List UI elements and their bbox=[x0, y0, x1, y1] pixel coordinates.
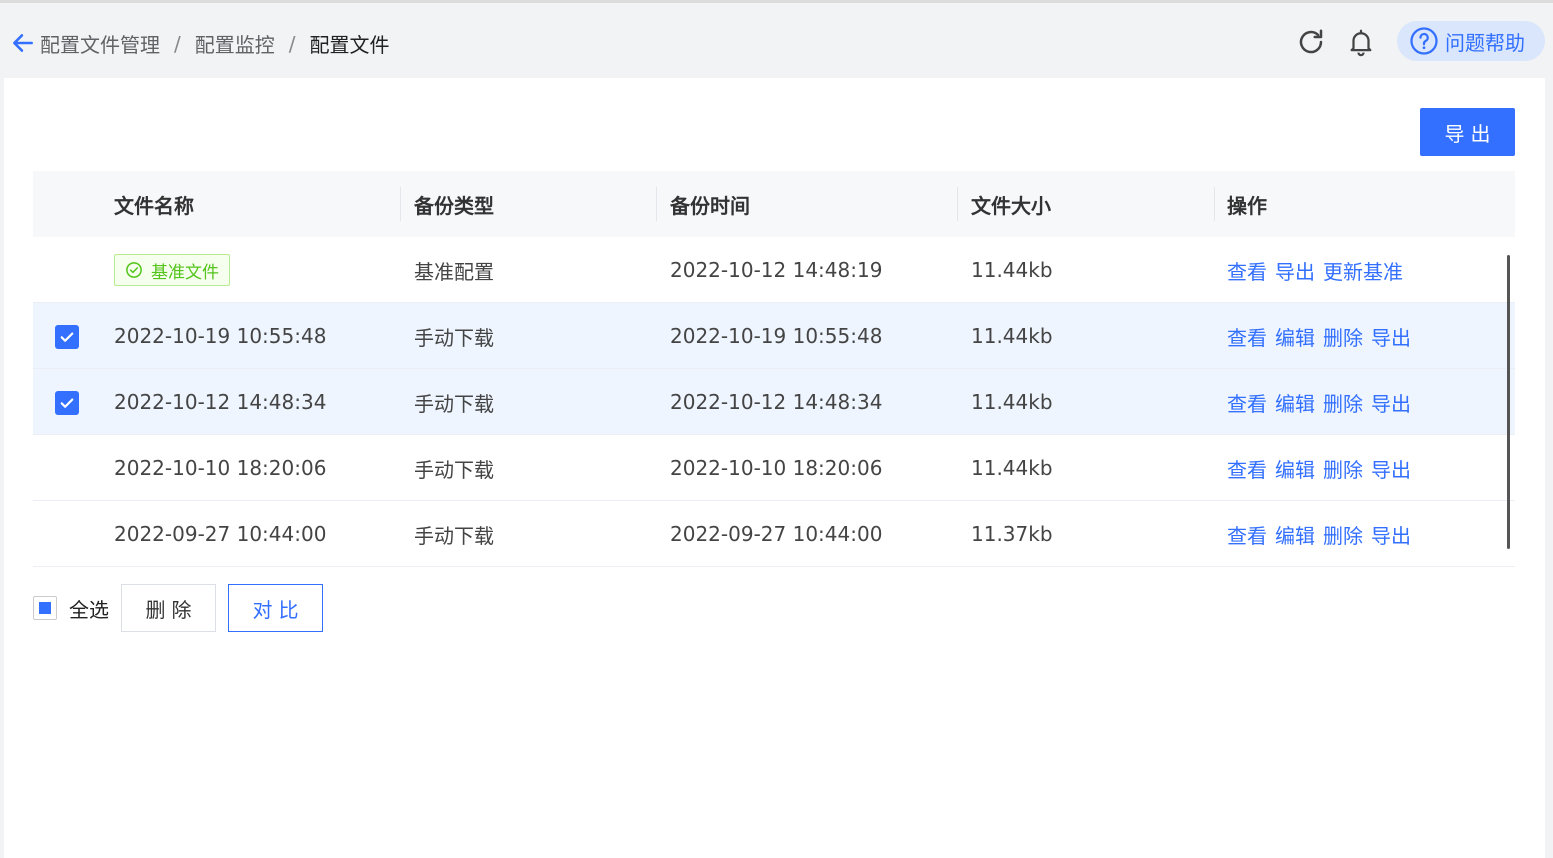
help-label: 问题帮助 bbox=[1445, 30, 1525, 55]
question-circle-icon bbox=[1410, 27, 1438, 55]
row-actions: 查看 编辑 删除 导出 bbox=[1227, 501, 1419, 567]
backup-file-table: 文件名称 备份类型 备份时间 文件大小 操作 基准文件 基准配置 2022-10… bbox=[33, 171, 1515, 567]
breadcrumb-item-config-file-management[interactable]: 配置文件管理 bbox=[40, 29, 160, 58]
breadcrumb-separator: / bbox=[288, 31, 296, 56]
export-link[interactable]: 导出 bbox=[1371, 520, 1411, 549]
content-panel: 导出 文件名称 备份类型 备份时间 文件大小 操作 基准文件 基准配置 2022… bbox=[4, 78, 1545, 858]
file-name: 2022-10-19 10:55:48 bbox=[114, 324, 327, 348]
breadcrumb: 配置文件管理 / 配置监控 / 配置文件 bbox=[40, 29, 390, 58]
file-name: 2022-10-12 14:48:34 bbox=[114, 390, 327, 414]
update-baseline-link[interactable]: 更新基准 bbox=[1323, 256, 1403, 285]
breadcrumb-separator: / bbox=[174, 31, 181, 56]
column-header-file-size: 文件大小 bbox=[971, 193, 1051, 218]
backup-type: 手动下载 bbox=[414, 325, 494, 350]
edit-link[interactable]: 编辑 bbox=[1275, 454, 1315, 483]
row-checkbox[interactable] bbox=[55, 391, 79, 415]
view-link[interactable]: 查看 bbox=[1227, 520, 1267, 549]
backup-type: 基准配置 bbox=[414, 259, 494, 284]
file-size: 11.37kb bbox=[971, 522, 1053, 546]
column-divider bbox=[400, 187, 401, 221]
column-header-backup-time: 备份时间 bbox=[670, 193, 750, 218]
edit-link[interactable]: 编辑 bbox=[1275, 388, 1315, 417]
file-name: 2022-09-27 10:44:00 bbox=[114, 522, 327, 546]
table-row: 2022-10-10 18:20:06 手动下载 2022-10-10 18:2… bbox=[33, 435, 1515, 501]
export-link[interactable]: 导出 bbox=[1371, 322, 1411, 351]
edit-link[interactable]: 编辑 bbox=[1275, 322, 1315, 351]
column-divider bbox=[1214, 187, 1215, 221]
row-actions: 查看 导出 更新基准 bbox=[1227, 237, 1411, 303]
row-actions: 查看 编辑 删除 导出 bbox=[1227, 435, 1419, 501]
backup-type: 手动下载 bbox=[414, 391, 494, 416]
delete-button[interactable]: 删除 bbox=[121, 584, 216, 632]
view-link[interactable]: 查看 bbox=[1227, 454, 1267, 483]
check-icon bbox=[60, 332, 74, 342]
backup-type: 手动下载 bbox=[414, 457, 494, 482]
check-circle-icon bbox=[126, 262, 142, 278]
delete-link[interactable]: 删除 bbox=[1323, 322, 1363, 351]
bell-icon[interactable] bbox=[1346, 27, 1376, 57]
page-header: 配置文件管理 / 配置监控 / 配置文件 问题帮助 bbox=[0, 3, 1553, 78]
baseline-tag: 基准文件 bbox=[114, 254, 230, 286]
backup-time: 2022-10-10 18:20:06 bbox=[670, 456, 883, 480]
indeterminate-mark bbox=[39, 602, 51, 614]
export-link[interactable]: 导出 bbox=[1371, 454, 1411, 483]
export-link[interactable]: 导出 bbox=[1275, 256, 1315, 285]
row-actions: 查看 编辑 删除 导出 bbox=[1227, 303, 1419, 369]
file-size: 11.44kb bbox=[971, 258, 1053, 282]
help-button[interactable]: 问题帮助 bbox=[1397, 21, 1545, 61]
view-link[interactable]: 查看 bbox=[1227, 388, 1267, 417]
table-header: 文件名称 备份类型 备份时间 文件大小 操作 bbox=[33, 171, 1515, 237]
edit-link[interactable]: 编辑 bbox=[1275, 520, 1315, 549]
column-header-file-name: 文件名称 bbox=[114, 193, 194, 218]
check-icon bbox=[60, 398, 74, 408]
backup-time: 2022-10-12 14:48:19 bbox=[670, 258, 883, 282]
column-divider bbox=[957, 187, 958, 221]
table-footer: 全选 删除 对比 bbox=[33, 584, 323, 632]
select-all-checkbox[interactable] bbox=[33, 596, 57, 620]
breadcrumb-item-config-monitor[interactable]: 配置监控 bbox=[195, 29, 275, 58]
backup-time: 2022-10-12 14:48:34 bbox=[670, 390, 883, 414]
file-size: 11.44kb bbox=[971, 390, 1053, 414]
breadcrumb-item-current: 配置文件 bbox=[309, 33, 390, 57]
arrow-left-icon[interactable] bbox=[10, 30, 36, 56]
table-scrollbar[interactable] bbox=[1507, 255, 1510, 549]
backup-time: 2022-10-19 10:55:48 bbox=[670, 324, 883, 348]
view-link[interactable]: 查看 bbox=[1227, 256, 1267, 285]
file-size: 11.44kb bbox=[971, 456, 1053, 480]
file-name: 2022-10-10 18:20:06 bbox=[114, 456, 327, 480]
backup-type: 手动下载 bbox=[414, 523, 494, 548]
refresh-icon[interactable] bbox=[1296, 27, 1326, 57]
table-row: 2022-10-19 10:55:48 手动下载 2022-10-19 10:5… bbox=[33, 303, 1515, 369]
delete-link[interactable]: 删除 bbox=[1323, 388, 1363, 417]
row-checkbox[interactable] bbox=[55, 325, 79, 349]
export-button[interactable]: 导出 bbox=[1420, 108, 1515, 156]
view-link[interactable]: 查看 bbox=[1227, 322, 1267, 351]
select-all-label[interactable]: 全选 bbox=[69, 594, 109, 623]
file-size: 11.44kb bbox=[971, 324, 1053, 348]
column-divider bbox=[656, 187, 657, 221]
delete-link[interactable]: 删除 bbox=[1323, 520, 1363, 549]
column-header-actions: 操作 bbox=[1227, 193, 1267, 218]
table-row-baseline: 基准文件 基准配置 2022-10-12 14:48:19 11.44kb 查看… bbox=[33, 237, 1515, 303]
column-header-backup-type: 备份类型 bbox=[414, 193, 494, 218]
export-link[interactable]: 导出 bbox=[1371, 388, 1411, 417]
backup-time: 2022-09-27 10:44:00 bbox=[670, 522, 883, 546]
row-actions: 查看 编辑 删除 导出 bbox=[1227, 369, 1419, 435]
compare-button[interactable]: 对比 bbox=[228, 584, 323, 632]
delete-link[interactable]: 删除 bbox=[1323, 454, 1363, 483]
table-row: 2022-10-12 14:48:34 手动下载 2022-10-12 14:4… bbox=[33, 369, 1515, 435]
baseline-tag-label: 基准文件 bbox=[151, 262, 219, 283]
table-row: 2022-09-27 10:44:00 手动下载 2022-09-27 10:4… bbox=[33, 501, 1515, 567]
